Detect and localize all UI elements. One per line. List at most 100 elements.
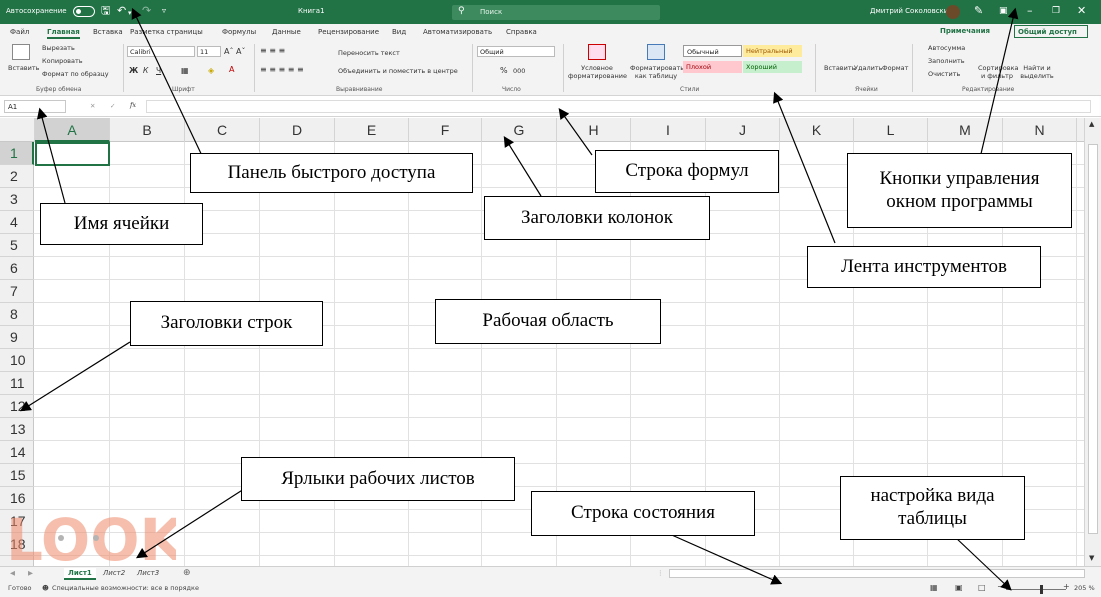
style-good[interactable]: Хороший: [743, 61, 802, 73]
row-header[interactable]: 13: [0, 418, 34, 441]
vertical-scrollbar[interactable]: ▲ ▼: [1084, 118, 1101, 566]
wrap-text-button[interactable]: Переносить текст: [338, 49, 400, 57]
column-header[interactable]: D: [260, 118, 335, 142]
align-top-icon[interactable]: ≡ ≡ ≡: [260, 46, 285, 55]
notes-button[interactable]: Примечания: [940, 27, 990, 35]
cancel-icon[interactable]: ✕: [90, 102, 95, 110]
row-header[interactable]: 7: [0, 280, 34, 303]
row-header[interactable]: 15: [0, 464, 34, 487]
scroll-thumb[interactable]: [1088, 144, 1098, 534]
restore-icon[interactable]: ❐: [1052, 4, 1060, 18]
font-size-select[interactable]: 11: [197, 46, 221, 57]
row-header[interactable]: 2: [0, 165, 34, 188]
undo-dropdown-icon[interactable]: ▾: [128, 6, 132, 20]
fill-button[interactable]: Заполнить: [928, 57, 965, 65]
sort-filter-button[interactable]: Сортировка и фильтр: [978, 64, 1019, 80]
column-header[interactable]: I: [631, 118, 706, 142]
row-header[interactable]: 12: [0, 395, 34, 418]
column-header[interactable]: F: [409, 118, 482, 142]
delete-cells-button[interactable]: Удалить: [854, 64, 882, 72]
thousands-button[interactable]: 000: [513, 67, 525, 75]
scroll-down-icon[interactable]: ▼: [1089, 554, 1094, 562]
row-header[interactable]: 8: [0, 303, 34, 326]
close-icon[interactable]: ✕: [1077, 4, 1086, 18]
zoom-level[interactable]: 205 %: [1074, 584, 1095, 592]
insert-function-button[interactable]: fx: [130, 101, 136, 109]
insert-cells-button[interactable]: Вставить: [824, 64, 855, 72]
page-layout-view-icon[interactable]: ▣: [955, 583, 963, 592]
split-handle-icon[interactable]: ⋮: [657, 569, 664, 577]
tab-data[interactable]: Данные: [272, 28, 301, 36]
cut-button[interactable]: Вырезать: [42, 44, 75, 52]
column-header[interactable]: M: [928, 118, 1003, 142]
tab-help[interactable]: Справка: [506, 28, 537, 36]
name-box[interactable]: A1: [4, 100, 66, 113]
minimize-icon[interactable]: –: [1027, 4, 1033, 18]
tab-page-layout[interactable]: Разметка страницы: [130, 28, 203, 36]
style-bad[interactable]: Плохой: [683, 61, 742, 73]
column-header[interactable]: H: [557, 118, 631, 142]
column-header[interactable]: K: [780, 118, 854, 142]
conditional-format-button[interactable]: Условное форматирование: [568, 64, 627, 80]
row-header[interactable]: 6: [0, 257, 34, 280]
column-header[interactable]: G: [482, 118, 557, 142]
font-color-icon[interactable]: A: [229, 65, 234, 74]
zoom-in-icon[interactable]: +: [1063, 582, 1070, 591]
row-header[interactable]: 16: [0, 487, 34, 510]
merge-center-button[interactable]: Объединить и поместить в центре: [338, 67, 458, 75]
pen-icon[interactable]: ✎: [974, 4, 983, 18]
borders-icon[interactable]: ▦: [181, 66, 189, 75]
style-normal[interactable]: Обычный: [683, 45, 742, 57]
format-as-table-icon[interactable]: [647, 44, 665, 60]
bold-button[interactable]: Ж: [129, 66, 138, 75]
paste-button[interactable]: Вставить: [8, 64, 39, 72]
tab-review[interactable]: Рецензирование: [318, 28, 379, 36]
column-header[interactable]: C: [185, 118, 260, 142]
user-name[interactable]: Дмитрий Соколовский: [870, 7, 953, 15]
underline-button[interactable]: Ч: [156, 66, 161, 75]
active-cell[interactable]: [35, 142, 110, 166]
paste-icon[interactable]: [12, 44, 30, 60]
row-header[interactable]: 11: [0, 372, 34, 395]
tab-view[interactable]: Вид: [392, 28, 406, 36]
scroll-up-icon[interactable]: ▲: [1089, 120, 1094, 128]
row-header[interactable]: 14: [0, 441, 34, 464]
row-header[interactable]: 9: [0, 326, 34, 349]
number-format-select[interactable]: Общий: [477, 46, 555, 57]
conditional-format-icon[interactable]: [588, 44, 606, 60]
row-header[interactable]: 5: [0, 234, 34, 257]
tab-insert[interactable]: Вставка: [93, 28, 123, 36]
format-cells-button[interactable]: Формат: [882, 64, 908, 72]
percent-button[interactable]: %: [500, 66, 508, 75]
avatar[interactable]: [946, 5, 960, 19]
grow-font-icon[interactable]: Aˆ Aˇ: [224, 47, 246, 56]
redo-icon[interactable]: ↷: [142, 4, 151, 18]
copy-button[interactable]: Копировать: [42, 57, 83, 65]
autosave-toggle[interactable]: [73, 6, 95, 17]
tab-formulas[interactable]: Формулы: [222, 28, 256, 36]
save-icon[interactable]: 🖫: [101, 4, 110, 18]
undo-icon[interactable]: ↶: [117, 4, 126, 18]
clear-button[interactable]: Очистить: [928, 70, 960, 78]
tab-home[interactable]: Главная: [47, 28, 80, 39]
tab-automate[interactable]: Автоматизировать: [423, 28, 492, 36]
prev-sheet-icon[interactable]: ◀: [10, 569, 15, 577]
find-select-button[interactable]: Найти и выделить: [1019, 64, 1055, 80]
autosum-button[interactable]: Автосумма: [928, 44, 965, 52]
accessibility-status[interactable]: Специальные возможности: все в порядке: [52, 584, 199, 592]
style-neutral[interactable]: Нейтральный: [743, 45, 802, 57]
italic-button[interactable]: К: [143, 66, 148, 75]
horizontal-scrollbar[interactable]: [669, 569, 1085, 578]
row-header[interactable]: 4: [0, 211, 34, 234]
normal-view-icon[interactable]: ▦: [930, 583, 938, 592]
column-header[interactable]: B: [110, 118, 185, 142]
zoom-out-icon[interactable]: −: [997, 582, 1004, 591]
column-header[interactable]: J: [706, 118, 780, 142]
search-box[interactable]: ⚲ Поиск: [452, 5, 660, 20]
page-break-view-icon[interactable]: □: [978, 583, 986, 592]
column-header[interactable]: L: [854, 118, 928, 142]
format-painter-button[interactable]: Формат по образцу: [42, 70, 109, 78]
zoom-slider-thumb[interactable]: [1040, 585, 1043, 594]
formula-input[interactable]: [146, 100, 1091, 113]
font-name-select[interactable]: Calibri: [127, 46, 195, 57]
